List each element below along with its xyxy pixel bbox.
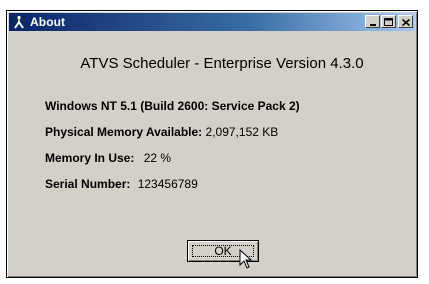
title-buttons bbox=[364, 15, 413, 28]
memory-in-use-row: Memory In Use: 22 % bbox=[45, 151, 171, 165]
mouse-pointer-icon bbox=[239, 248, 253, 274]
title-bar[interactable]: About bbox=[9, 13, 415, 31]
close-button[interactable] bbox=[398, 15, 413, 28]
window-title: About bbox=[30, 15, 66, 29]
serial-number-value: 123456789 bbox=[137, 177, 198, 191]
physical-memory-value: 2,097,152 KB bbox=[205, 125, 279, 139]
app-icon bbox=[12, 15, 26, 29]
close-icon bbox=[401, 13, 410, 31]
serial-number-row: Serial Number: 123456789 bbox=[45, 177, 198, 191]
physical-memory-row: Physical Memory Available: 2,097,152 KB bbox=[45, 125, 278, 139]
product-heading: ATVS Scheduler - Enterprise Version 4.3.… bbox=[80, 55, 364, 72]
memory-in-use-label: Memory In Use: bbox=[45, 151, 135, 165]
ok-button-label: OK bbox=[214, 244, 232, 258]
serial-number-label: Serial Number: bbox=[45, 177, 131, 191]
physical-memory-label: Physical Memory Available: bbox=[45, 125, 203, 139]
about-dialog: About ATVS Scheduler - Enterprise Versio… bbox=[6, 10, 418, 278]
os-version: Windows NT 5.1 (Build 2600: Service Pack… bbox=[45, 99, 300, 113]
minimize-button[interactable] bbox=[365, 15, 380, 28]
minimize-icon bbox=[369, 13, 377, 31]
maximize-button[interactable] bbox=[381, 15, 396, 28]
memory-in-use-value: 22 % bbox=[143, 151, 172, 165]
maximize-icon bbox=[384, 13, 393, 31]
